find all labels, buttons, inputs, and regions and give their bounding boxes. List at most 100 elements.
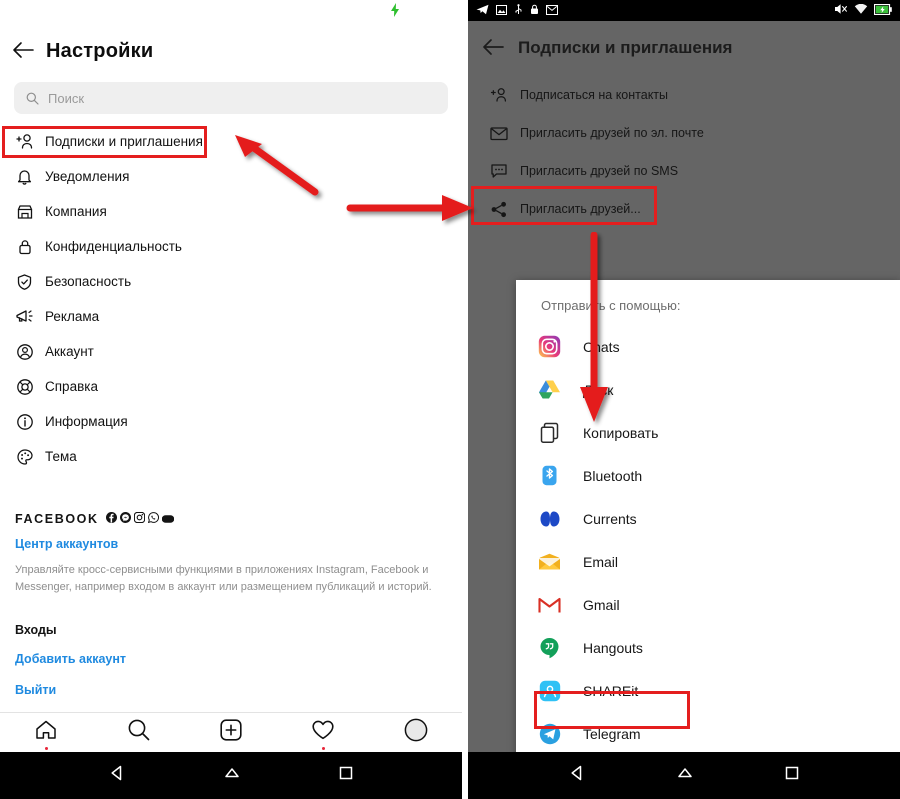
share-sheet-dialog: Отправить с помощью: Chats Диск Копирова… <box>516 280 900 766</box>
tab-activity[interactable] <box>293 715 353 751</box>
activity-badge-dot <box>321 746 325 750</box>
menu-item-invite-friends-share[interactable]: Пригласить друзей... <box>468 190 900 228</box>
settings-menu-list: Подписки и приглашения Уведомления Компа… <box>0 124 462 474</box>
search-field-wrapper: Поиск <box>0 82 462 114</box>
sidebar-item-label: Справка <box>45 379 98 394</box>
currents-icon <box>538 507 561 530</box>
share-target-chats[interactable]: Chats <box>516 325 900 368</box>
accounts-center-link[interactable]: Центр аккаунтов <box>15 537 447 551</box>
sidebar-item-help[interactable]: Справка <box>0 369 462 404</box>
share-target-bluetooth[interactable]: Bluetooth <box>516 454 900 497</box>
share-target-telegram[interactable]: Telegram <box>516 712 900 755</box>
sidebar-item-business[interactable]: Компания <box>0 194 462 229</box>
search-input[interactable]: Поиск <box>14 82 448 114</box>
logout-link[interactable]: Выйти <box>15 683 447 697</box>
menu-item-follow-contacts[interactable]: Подписаться на контакты <box>468 76 900 114</box>
heart-icon <box>311 719 335 746</box>
facebook-brand-row: FACEBOOK <box>15 510 447 528</box>
mute-icon <box>834 2 848 20</box>
right-android-nav-bar <box>468 752 900 799</box>
share-target-currents[interactable]: Currents <box>516 497 900 540</box>
wifi-icon <box>854 2 868 20</box>
sidebar-item-subscriptions[interactable]: Подписки и приглашения <box>0 124 462 159</box>
google-drive-icon <box>538 378 561 401</box>
mail-icon <box>546 2 558 20</box>
android-back-icon[interactable] <box>568 764 586 787</box>
info-circle-icon <box>15 412 34 431</box>
instagram-icon <box>133 510 145 528</box>
lightning-bolt-icon <box>390 3 400 17</box>
lock-icon <box>15 237 34 256</box>
sidebar-item-notifications[interactable]: Уведомления <box>0 159 462 194</box>
home-icon <box>34 719 58 746</box>
share-target-label: Hangouts <box>583 639 643 656</box>
search-placeholder: Поиск <box>48 90 85 106</box>
share-target-label: Копировать <box>583 424 659 441</box>
share-target-label: Bluetooth <box>583 467 643 484</box>
telegram-icon <box>538 722 561 745</box>
sidebar-item-about[interactable]: Информация <box>0 404 462 439</box>
oculus-icon <box>161 510 174 528</box>
sidebar-item-label: Подписки и приглашения <box>45 134 203 149</box>
share-dialog-title: Отправить с помощью: <box>541 298 681 313</box>
battery-charging-icon <box>873 2 892 20</box>
bell-icon <box>15 167 34 186</box>
palette-icon <box>15 447 34 466</box>
hangouts-icon <box>538 636 561 659</box>
add-account-link[interactable]: Добавить аккаунт <box>15 652 447 666</box>
android-recents-icon[interactable] <box>338 765 354 786</box>
left-tab-bar <box>0 712 462 752</box>
sidebar-item-privacy[interactable]: Конфиденциальность <box>0 229 462 264</box>
android-back-icon[interactable] <box>108 764 126 787</box>
status-right-icons <box>834 2 892 20</box>
share-target-email[interactable]: Email <box>516 540 900 583</box>
sidebar-item-label: Уведомления <box>45 169 130 184</box>
menu-item-invite-sms[interactable]: Пригласить друзей по SMS <box>468 152 900 190</box>
menu-item-label: Пригласить друзей... <box>520 202 641 216</box>
lifebuoy-icon <box>15 377 34 396</box>
search-icon <box>26 92 39 105</box>
share-target-label: Currents <box>583 510 637 527</box>
usb-icon <box>514 2 523 20</box>
right-header: Подписки и приглашения <box>468 21 900 75</box>
share-target-label: Chats <box>583 338 620 355</box>
menu-item-label: Подписаться на контакты <box>520 88 669 102</box>
facebook-wordmark: FACEBOOK <box>15 512 99 526</box>
android-recents-icon[interactable] <box>784 765 800 786</box>
sidebar-item-account[interactable]: Аккаунт <box>0 334 462 369</box>
back-arrow-icon[interactable] <box>0 40 46 63</box>
tab-profile[interactable] <box>386 715 446 751</box>
facebook-section: FACEBOOK Центр аккаунтов Управляйте крос… <box>0 510 462 697</box>
whatsapp-icon <box>147 510 159 528</box>
sidebar-item-security[interactable]: Безопасность <box>0 264 462 299</box>
facebook-description: Управляйте кросс-сервисными функциями в … <box>15 564 432 593</box>
sidebar-item-label: Безопасность <box>45 274 132 289</box>
menu-item-label: Пригласить друзей по SMS <box>520 164 679 178</box>
android-home-icon[interactable] <box>676 764 694 787</box>
sidebar-item-ads[interactable]: Реклама <box>0 299 462 334</box>
sms-bubble-icon <box>490 162 508 180</box>
menu-item-invite-email[interactable]: Пригласить друзей по эл. почте <box>468 114 900 152</box>
share-target-copy[interactable]: Копировать <box>516 411 900 454</box>
share-target-gmail[interactable]: Gmail <box>516 583 900 626</box>
share-target-drive[interactable]: Диск <box>516 368 900 411</box>
sidebar-item-label: Конфиденциальность <box>45 239 182 254</box>
sidebar-item-theme[interactable]: Тема <box>0 439 462 474</box>
bluetooth-icon <box>538 464 561 487</box>
tab-search[interactable] <box>109 715 169 751</box>
sidebar-item-label: Информация <box>45 414 128 429</box>
share-target-hangouts[interactable]: Hangouts <box>516 626 900 669</box>
share-target-shareit[interactable]: SHAREit <box>516 669 900 712</box>
left-android-nav-bar <box>0 752 462 799</box>
screenshot-root: Настройки Поиск Подписки и приглашения У… <box>0 0 900 799</box>
sidebar-item-label: Аккаунт <box>45 344 94 359</box>
share-target-label: Диск <box>583 381 614 398</box>
search-icon <box>127 718 151 747</box>
tab-add-post[interactable] <box>201 715 261 751</box>
android-home-icon[interactable] <box>223 764 241 787</box>
shareit-icon <box>538 679 561 702</box>
back-arrow-icon[interactable] <box>468 37 518 60</box>
sidebar-item-label: Реклама <box>45 309 100 324</box>
shield-check-icon <box>15 272 34 291</box>
tab-home[interactable] <box>16 715 76 751</box>
